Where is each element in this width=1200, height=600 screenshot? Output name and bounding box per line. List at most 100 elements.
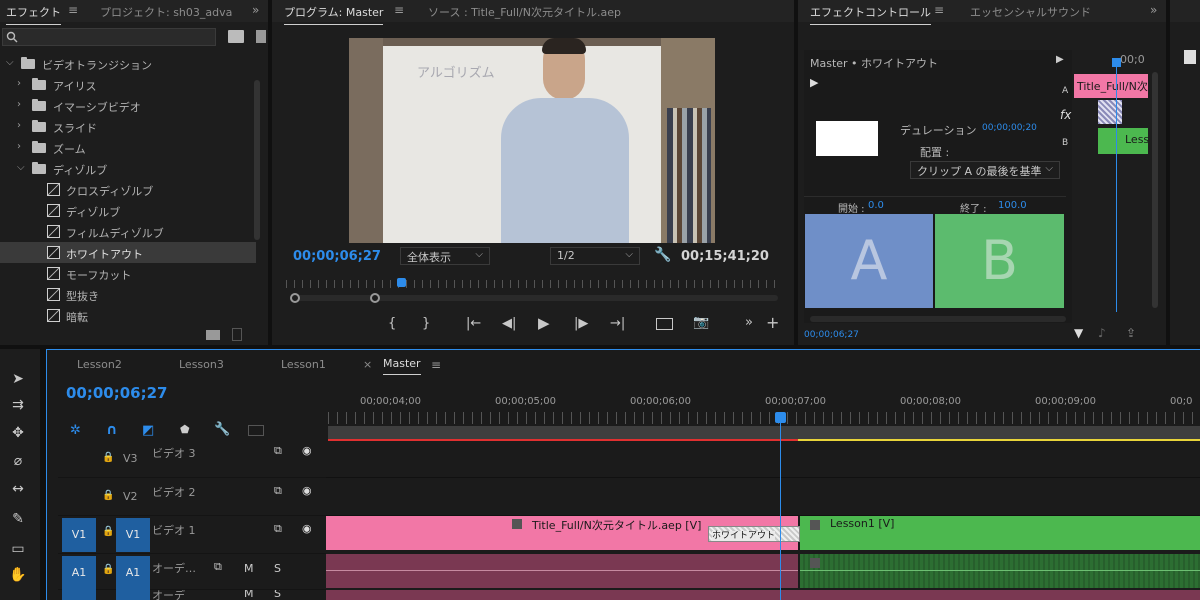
hand-tool-icon[interactable]: ✋ — [8, 567, 28, 587]
ec-scrollbar[interactable] — [1152, 72, 1158, 308]
captions-icon[interactable] — [248, 425, 264, 436]
mute-button[interactable]: M — [244, 590, 254, 600]
effects-search-input[interactable] — [2, 28, 216, 46]
effects-item[interactable]: フィルムディゾルブ — [0, 221, 256, 242]
start-value[interactable]: 0.0 — [868, 200, 884, 211]
play-icon[interactable]: ▶ — [538, 314, 550, 332]
ec-scroll-track[interactable] — [810, 316, 1066, 322]
effects-item[interactable]: ホワイトアウト — [0, 242, 256, 263]
source-patch-a2[interactable] — [62, 590, 96, 600]
razor-tool-icon[interactable]: ⌀ — [8, 453, 28, 473]
timeline-wrench-icon[interactable]: 🔧 — [214, 422, 230, 437]
alignment-select[interactable]: クリップ A の最後を基準 ⌵ — [910, 161, 1060, 179]
source-patch-a1[interactable]: A1 — [62, 556, 96, 590]
trash-icon[interactable] — [232, 328, 242, 341]
track-lane-v3[interactable] — [326, 441, 1200, 478]
effects-item[interactable]: 型抜き — [0, 284, 256, 305]
tab-source[interactable]: ソース : Title_Full/N次元タイトル.aep — [428, 4, 621, 20]
effects-folder[interactable]: › イマーシブビデオ — [0, 95, 256, 116]
play-transition-icon[interactable]: ▶ — [810, 76, 818, 89]
solo-button[interactable]: S — [274, 590, 281, 600]
selection-tool-icon[interactable]: ➤ — [8, 371, 28, 391]
new-bin-icon[interactable] — [228, 30, 244, 43]
resolution-select[interactable]: 1/2 ⌵ — [550, 247, 640, 265]
step-back-icon[interactable]: ◀| — [502, 316, 516, 331]
program-current-time[interactable]: 00;00;06;27 — [293, 249, 381, 264]
wrench-icon[interactable]: 🔧 — [654, 247, 671, 263]
more-panels-icon[interactable]: » — [1150, 3, 1157, 17]
sync-icon[interactable]: ⧉ — [274, 522, 282, 536]
audio-clip-title[interactable] — [326, 554, 798, 588]
video-frame[interactable]: アルゴリズム — [349, 38, 715, 243]
more-buttons-icon[interactable]: » — [745, 315, 753, 330]
lock-icon[interactable]: 🔒 — [102, 526, 114, 537]
transition-whiteout[interactable]: ホワイトアウト — [708, 526, 800, 542]
effects-folder[interactable]: ⌵ ディゾルブ — [0, 158, 256, 179]
mini-clip-a[interactable]: Title_Full/N次 — [1074, 74, 1148, 98]
solo-button[interactable]: S — [274, 562, 281, 575]
tab-lesson1[interactable]: Lesson1 — [281, 358, 326, 371]
sync-icon[interactable]: ⧉ — [274, 484, 282, 498]
more-panels-icon[interactable]: » — [252, 3, 259, 17]
tab-lesson3[interactable]: Lesson3 — [179, 358, 224, 371]
right-edge-scrollbar[interactable] — [1184, 50, 1196, 64]
eye-icon[interactable]: ◉ — [302, 444, 312, 457]
linked-selection-icon[interactable]: ◩ — [142, 423, 154, 438]
timeline-current-time[interactable]: 00;00;06;27 — [66, 384, 168, 402]
effects-item[interactable]: 暗転 — [0, 305, 256, 326]
lock-icon[interactable]: 🔒 — [102, 564, 114, 575]
clip-lesson1[interactable]: Lesson1 [V] — [800, 516, 1200, 550]
filter-icon[interactable]: ▼ — [1074, 326, 1083, 340]
mini-playhead[interactable] — [1112, 58, 1121, 67]
close-tab-icon[interactable]: × — [363, 358, 372, 371]
effect-controls-menu-icon[interactable]: ≡ — [934, 3, 944, 17]
timeline-playhead[interactable] — [775, 412, 786, 423]
program-zoom-bar[interactable] — [290, 295, 778, 301]
step-forward-icon[interactable]: |▶ — [574, 316, 588, 331]
sync-icon[interactable]: ⧉ — [214, 560, 222, 574]
go-to-in-icon[interactable]: |← — [466, 316, 481, 331]
go-to-out-icon[interactable]: →| — [610, 316, 625, 331]
track-select-tool-icon[interactable]: ⇉ — [8, 397, 28, 417]
track-target-a1[interactable]: A1 — [116, 556, 150, 590]
work-area-bar[interactable] — [328, 426, 1200, 440]
timeline-menu-icon[interactable]: ≡ — [431, 358, 441, 372]
effects-folder[interactable]: › アイリス — [0, 74, 256, 95]
chevron-right-icon[interactable]: › — [17, 78, 21, 89]
expand-right-icon[interactable]: ▶ — [1056, 54, 1064, 65]
export-icon[interactable]: ⇪ — [1126, 326, 1136, 340]
mute-button[interactable]: M — [244, 562, 254, 575]
tab-effect-controls[interactable]: エフェクトコントロール — [810, 4, 931, 25]
effects-folder[interactable]: › ズーム — [0, 137, 256, 158]
lock-icon[interactable]: 🔒 — [102, 490, 114, 501]
zoom-select[interactable]: 全体表示 ⌵ — [400, 247, 490, 265]
custom-bin-icon[interactable] — [256, 30, 266, 43]
zoom-handle-right[interactable] — [370, 293, 380, 303]
effects-folder[interactable]: ⌵ ビデオトランジション — [0, 53, 256, 74]
chevron-down-icon[interactable]: ⌵ — [17, 162, 25, 173]
duration-value[interactable]: 00;00;00;20 — [982, 123, 1037, 133]
chevron-right-icon[interactable]: › — [17, 141, 21, 152]
safe-margins-icon[interactable] — [656, 318, 673, 330]
mini-transition[interactable] — [1098, 100, 1122, 124]
lock-icon[interactable]: 🔒 — [102, 452, 114, 463]
chevron-right-icon[interactable]: › — [17, 120, 21, 131]
add-button-icon[interactable]: + — [766, 313, 779, 332]
tab-essential-sound[interactable]: エッセンシャルサウンド — [970, 4, 1091, 20]
tab-master[interactable]: Master — [383, 357, 421, 375]
effects-scrollbar[interactable] — [254, 80, 260, 240]
sync-icon[interactable]: ⧉ — [274, 444, 282, 458]
effects-item[interactable]: クロスディゾルブ — [0, 179, 256, 200]
mark-in-icon[interactable]: { — [388, 316, 396, 331]
panel-menu-icon[interactable]: ≡ — [68, 3, 78, 17]
pen-tool-icon[interactable]: ✎ — [8, 511, 28, 531]
mini-clip-b[interactable]: Less — [1098, 128, 1148, 154]
audio-only-icon[interactable]: ♪ — [1098, 326, 1106, 340]
timeline-ruler[interactable] — [328, 412, 1200, 424]
audio-clip-lesson1[interactable] — [800, 554, 1200, 588]
tab-project[interactable]: プロジェクト: sh03_adva — [100, 4, 232, 20]
track-lane-v2[interactable] — [326, 478, 1200, 516]
nest-icon[interactable]: ✲ — [70, 423, 81, 438]
eye-icon[interactable]: ◉ — [302, 522, 312, 535]
add-marker-icon[interactable]: ⬟ — [180, 423, 190, 436]
